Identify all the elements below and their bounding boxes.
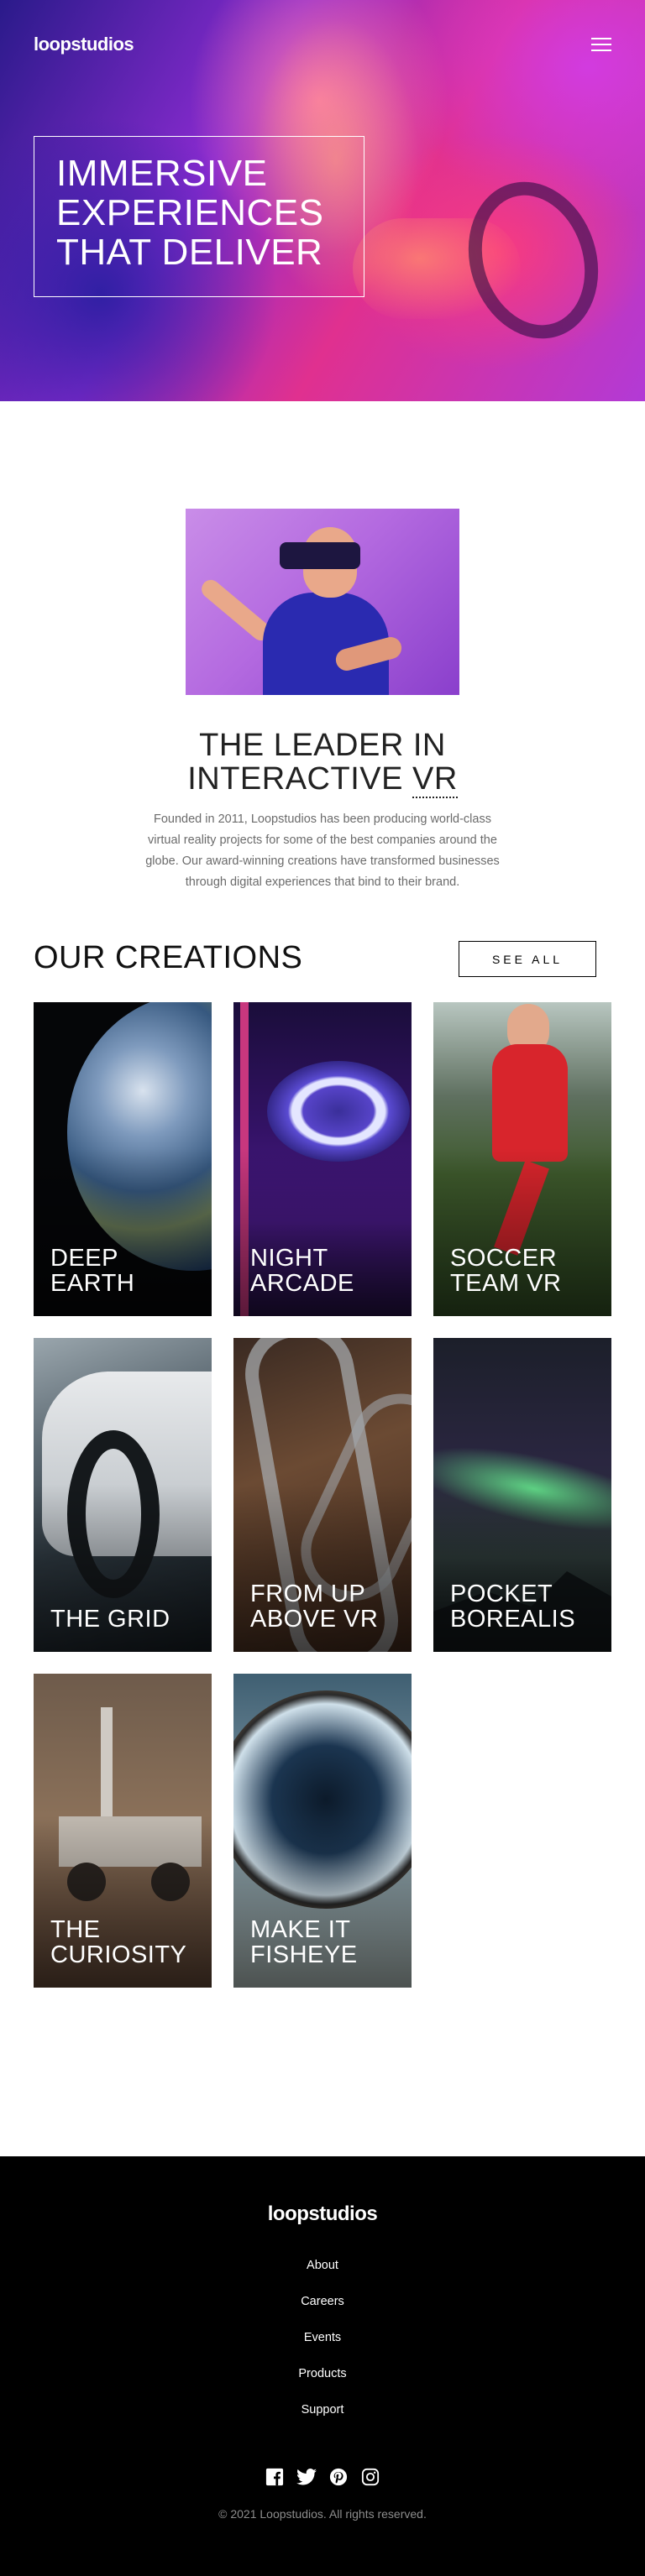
creation-card-label: From up above VR xyxy=(250,1581,379,1633)
rover-image xyxy=(101,1707,113,1825)
hero-steering-wheel xyxy=(448,165,618,356)
creation-card-deep-earth[interactable]: Deep earth xyxy=(34,1002,212,1316)
creation-card-label: The grid xyxy=(50,1606,170,1633)
top-nav: loopstudios xyxy=(34,32,611,57)
creation-card-pocket-borealis[interactable]: Pocket borealis xyxy=(433,1338,611,1652)
twitter-icon[interactable] xyxy=(296,2467,317,2487)
hamburger-menu-icon[interactable] xyxy=(591,38,611,51)
creation-card-the-grid[interactable]: The grid xyxy=(34,1338,212,1652)
copyright-text: © 2021 Loopstudios. All rights reserved. xyxy=(218,2507,427,2521)
creation-card-soccer-team-vr[interactable]: Soccer team VR xyxy=(433,1002,611,1316)
social-links xyxy=(0,2467,645,2487)
arcade-image xyxy=(267,1061,410,1162)
about-title-line2: interactive xyxy=(187,761,412,797)
creations-grid: Deep earth Night arcade Soccer team VR xyxy=(34,1002,611,1988)
creation-card-make-it-fisheye[interactable]: Make it fisheye xyxy=(233,1674,412,1988)
instagram-icon[interactable] xyxy=(360,2467,380,2487)
about-title: The leader in interactive VR xyxy=(0,728,645,798)
see-all-button[interactable]: See all xyxy=(459,941,596,977)
footer-link-events[interactable]: Events xyxy=(304,2329,341,2347)
hero-title: Immersive experiences that deliver xyxy=(56,153,324,273)
creation-card-label: Night arcade xyxy=(250,1245,354,1297)
footer-link-careers[interactable]: Careers xyxy=(301,2293,344,2311)
footer-logo[interactable]: loopstudios xyxy=(0,2202,645,2226)
creations-title: Our creations xyxy=(34,940,303,975)
vr-abbreviation: VR xyxy=(412,761,458,798)
soccer-player-image xyxy=(492,1044,568,1162)
footer-link-products[interactable]: Products xyxy=(298,2365,346,2383)
creation-card-label: Deep earth xyxy=(50,1245,135,1297)
creation-card-from-up-above-vr[interactable]: From up above VR xyxy=(233,1338,412,1652)
facebook-icon[interactable] xyxy=(265,2467,285,2487)
about-text: Founded in 2011, Loopstudios has been pr… xyxy=(145,813,500,889)
footer-nav: About Careers Events Products Support xyxy=(0,2257,645,2419)
creations-section: Our creations See all Deep earth Night arc… xyxy=(0,941,645,2156)
creation-card-label: Soccer team VR xyxy=(450,1245,562,1297)
vr-headset-man-photo xyxy=(186,509,459,695)
footer: loopstudios About Careers Events Product… xyxy=(0,2156,645,2576)
hero-title-box: Immersive experiences that deliver xyxy=(34,136,364,297)
hero-section: loopstudios Immersive experiences that d… xyxy=(0,0,645,401)
creation-card-label: The curiosity xyxy=(50,1916,187,1968)
creation-card-label: Pocket borealis xyxy=(450,1581,576,1633)
about-title-line1: The leader in xyxy=(199,728,446,763)
pinterest-icon[interactable] xyxy=(328,2467,349,2487)
about-section: The leader in interactive VR Founded in … xyxy=(0,401,645,947)
creation-card-night-arcade[interactable]: Night arcade xyxy=(233,1002,412,1316)
creation-card-label: Make it fisheye xyxy=(250,1916,358,1968)
footer-link-about[interactable]: About xyxy=(307,2257,338,2275)
creation-card-the-curiosity[interactable]: The curiosity xyxy=(34,1674,212,1988)
site-logo[interactable]: loopstudios xyxy=(34,34,134,55)
footer-link-support[interactable]: Support xyxy=(302,2401,344,2419)
